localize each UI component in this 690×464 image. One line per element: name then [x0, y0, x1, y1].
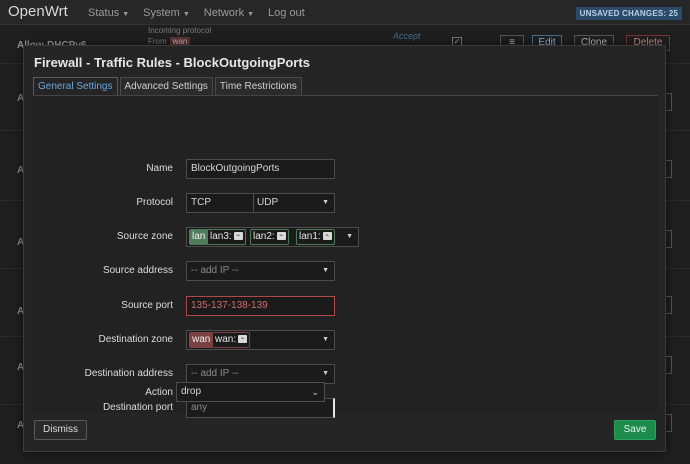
zone-tag-lan: lan: [189, 229, 209, 245]
destination-address-select[interactable]: -- add IP -- ▼: [186, 364, 335, 384]
source-port-label: Source port: [121, 300, 173, 311]
modal-title: Firewall - Traffic Rules - BlockOutgoing…: [34, 55, 310, 70]
row-button-edge[interactable]: [666, 93, 672, 111]
row-button-edge[interactable]: [666, 414, 672, 432]
action-label: Action: [145, 387, 173, 398]
dismiss-button[interactable]: Dismiss: [34, 420, 87, 440]
destination-address-label: Destination address: [84, 368, 173, 379]
row-button-edge[interactable]: [666, 356, 672, 374]
unsaved-changes-badge[interactable]: UNSAVED CHANGES: 25: [575, 7, 682, 20]
tab-general-settings[interactable]: General Settings: [33, 77, 118, 95]
source-zone-select[interactable]: lan lan3: ⌁ lan2: ⌁ lan1: ⌁ ▼: [186, 227, 359, 247]
traffic-rule-modal: Firewall - Traffic Rules - BlockOutgoing…: [23, 45, 666, 452]
menu-network[interactable]: Network ▼: [204, 7, 254, 19]
ethernet-port-icon: ⌁: [233, 232, 243, 241]
save-button[interactable]: Save: [614, 420, 656, 440]
chevron-down-icon: ▼: [322, 267, 329, 274]
chevron-down-icon: ▼: [322, 199, 329, 206]
interface-badge: wan: ⌁: [212, 332, 251, 348]
row-button-edge[interactable]: [666, 230, 672, 248]
destination-port-label: Destination port: [102, 402, 173, 413]
zone-tag-wan: wan: [189, 332, 214, 348]
chevron-down-icon: ▼: [182, 11, 190, 18]
destination-zone-select[interactable]: wan wan: ⌁ ▼: [186, 330, 335, 350]
ethernet-port-icon: ⌁: [238, 335, 248, 344]
source-zone-label: Source zone: [116, 231, 173, 242]
ethernet-port-icon: ⌁: [322, 232, 332, 241]
tab-advanced-settings[interactable]: Advanced Settings: [119, 77, 213, 95]
chevron-down-icon: ▼: [322, 336, 329, 343]
chevron-down-icon: ▼: [247, 11, 255, 18]
menu-system[interactable]: System ▼: [143, 7, 190, 19]
chevron-down-icon: ▼: [346, 233, 353, 240]
general-settings-panel: Name BlockOutgoingPorts Protocol TCP UDP…: [33, 95, 658, 418]
chevron-down-icon: ▼: [122, 11, 130, 18]
protocol-label: Protocol: [136, 197, 173, 208]
row-button-edge[interactable]: [666, 160, 672, 178]
interface-badge: lan3: ⌁: [207, 229, 246, 245]
interface-badge: lan2: ⌁: [250, 229, 289, 245]
menu-logout[interactable]: Log out: [268, 7, 305, 19]
action-select[interactable]: drop ⌄: [176, 382, 325, 402]
interface-badge: lan1: ⌁: [296, 229, 335, 245]
name-input[interactable]: BlockOutgoingPorts: [186, 159, 335, 179]
tab-time-restrictions[interactable]: Time Restrictions: [214, 77, 302, 95]
chevron-down-icon: ▼: [322, 370, 329, 377]
tab-bar: General Settings Advanced Settings Time …: [33, 77, 302, 95]
name-label: Name: [146, 163, 173, 174]
ethernet-port-icon: ⌁: [276, 232, 286, 241]
rule-match-text: Incoming protocol: [148, 26, 212, 35]
protocol-select[interactable]: TCP UDP ▼: [186, 193, 335, 213]
rule-action: Accept: [393, 31, 421, 41]
brand-logo[interactable]: OpenWrt: [8, 3, 68, 20]
protocol-option-udp: UDP: [257, 197, 279, 208]
source-address-select[interactable]: -- add IP -- ▼: [186, 261, 335, 281]
chevron-down-icon: ⌄: [311, 387, 319, 397]
main-menu: Status ▼ System ▼ Network ▼ Log out: [88, 7, 319, 19]
top-navbar: OpenWrt Status ▼ System ▼ Network ▼ Log out…: [0, 0, 690, 25]
row-button-edge[interactable]: [666, 296, 672, 314]
divider: [253, 194, 254, 212]
destination-zone-label: Destination zone: [98, 334, 174, 345]
source-port-input[interactable]: 135-137-138-139: [186, 296, 335, 316]
menu-status[interactable]: Status ▼: [88, 7, 129, 19]
source-address-label: Source address: [102, 265, 173, 276]
protocol-option-tcp: TCP: [191, 197, 211, 208]
